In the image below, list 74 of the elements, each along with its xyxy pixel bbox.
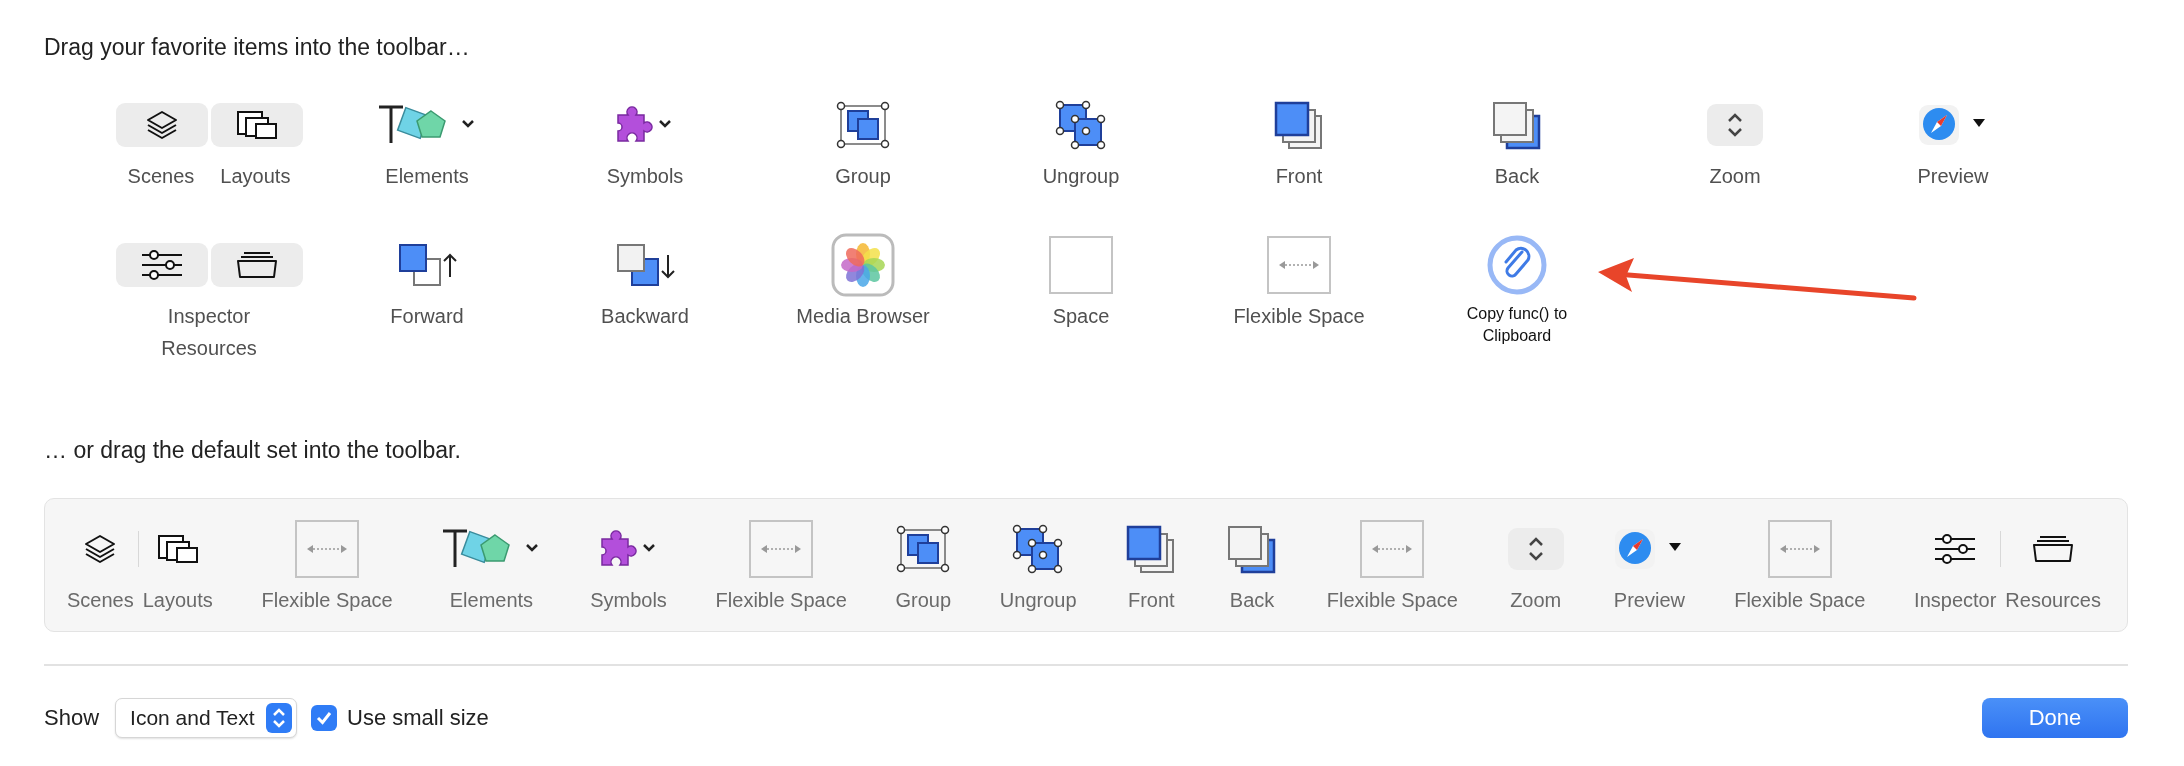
layers-icon (144, 110, 179, 140)
section-heading: … or drag the default set into the toolbar. (44, 437, 462, 464)
item-label: Elements (385, 164, 469, 189)
front-icon (1273, 100, 1325, 150)
sliders-icon (139, 250, 184, 280)
layers-icon (83, 534, 118, 564)
square-outline-icon (1049, 236, 1113, 294)
flexible-space-icon (1360, 520, 1425, 578)
item-label: Scenes (67, 588, 134, 613)
item-label: Flexible Space (261, 588, 393, 613)
item-label: Layouts (142, 588, 213, 613)
item-label: Flexible Space (1734, 588, 1866, 613)
item-label: Front (1275, 164, 1323, 189)
item-label: Layouts (220, 164, 291, 189)
flexible-space-icon (1767, 520, 1832, 578)
item-label: Copy func() to Clipboard (1465, 304, 1569, 346)
item-label: Back (1494, 164, 1540, 189)
item-label: Space (1052, 304, 1110, 329)
small-size-checkbox[interactable] (311, 705, 338, 731)
item-label: Backward (601, 304, 689, 329)
tray-icon (2032, 535, 2075, 563)
item-label: Symbols (590, 588, 667, 613)
item-label: Back (1229, 588, 1275, 613)
windows-icon (156, 534, 199, 564)
sliders-icon (1933, 534, 1978, 564)
group-icon (836, 101, 890, 149)
flexible-space-icon (1267, 236, 1331, 294)
item-label: Group (895, 588, 952, 613)
display-mode-select[interactable]: Icon and Text (115, 698, 298, 738)
item-label: Zoom (1709, 164, 1761, 189)
item-label: Inspector (1914, 588, 1997, 613)
checkbox-label: Use small size (347, 705, 489, 731)
windows-icon (235, 110, 278, 140)
default-toolbar[interactable]: Scenes Layouts Flexible Space Elements Symbols Flexible Space Group Ungroup Front Back Flexible Space Zoom Preview Flexible Space Inspector Resources (44, 498, 2128, 632)
item-label: Elements (449, 588, 534, 613)
item-label: Front (1127, 588, 1175, 613)
flexible-space-icon (749, 520, 814, 578)
ungroup-icon (1012, 524, 1065, 574)
item-label: Ungroup (1042, 164, 1120, 189)
item-label: Flexible Space (1326, 588, 1458, 613)
item-label: Flexible Space (715, 588, 847, 613)
back-icon (1491, 100, 1543, 150)
item-label: Forward (390, 304, 464, 329)
item-label: Resources (2005, 588, 2101, 613)
stepper-icon (266, 703, 293, 733)
item-label: Symbols (606, 164, 684, 189)
checkmark-icon (315, 709, 334, 727)
toolbar-item[interactable] (210, 243, 303, 287)
show-label: Show (44, 705, 100, 731)
forward-icon (396, 241, 458, 289)
tray-icon (235, 251, 278, 279)
item-label: Scenes (127, 164, 195, 189)
backward-icon (614, 241, 676, 289)
item-label: Flexible Space (1233, 304, 1365, 329)
item-label: Media Browser (796, 304, 930, 329)
done-button[interactable]: Done (1982, 698, 2128, 738)
section-heading: Drag your favorite items into the toolbar… (44, 34, 471, 61)
flower-icon (831, 233, 895, 297)
flexible-space-icon (295, 520, 360, 578)
item-label: Resources (161, 336, 257, 361)
ungroup-icon (1055, 100, 1107, 150)
item-label: Preview (1613, 588, 1685, 613)
stepper-icon (1706, 103, 1764, 147)
toolbar-item[interactable] (115, 103, 208, 147)
item-label: Inspector (167, 304, 251, 329)
toolbar-item[interactable] (115, 243, 208, 287)
group-icon (896, 525, 951, 573)
item-label: Group (835, 164, 891, 189)
item-label: Preview (1917, 164, 1989, 189)
item-label: Ungroup (999, 588, 1077, 613)
item-label: Zoom (1510, 588, 1562, 613)
paperclip-icon (1486, 234, 1548, 296)
toolbar-item[interactable] (210, 103, 303, 147)
stepper-icon (1506, 527, 1565, 571)
